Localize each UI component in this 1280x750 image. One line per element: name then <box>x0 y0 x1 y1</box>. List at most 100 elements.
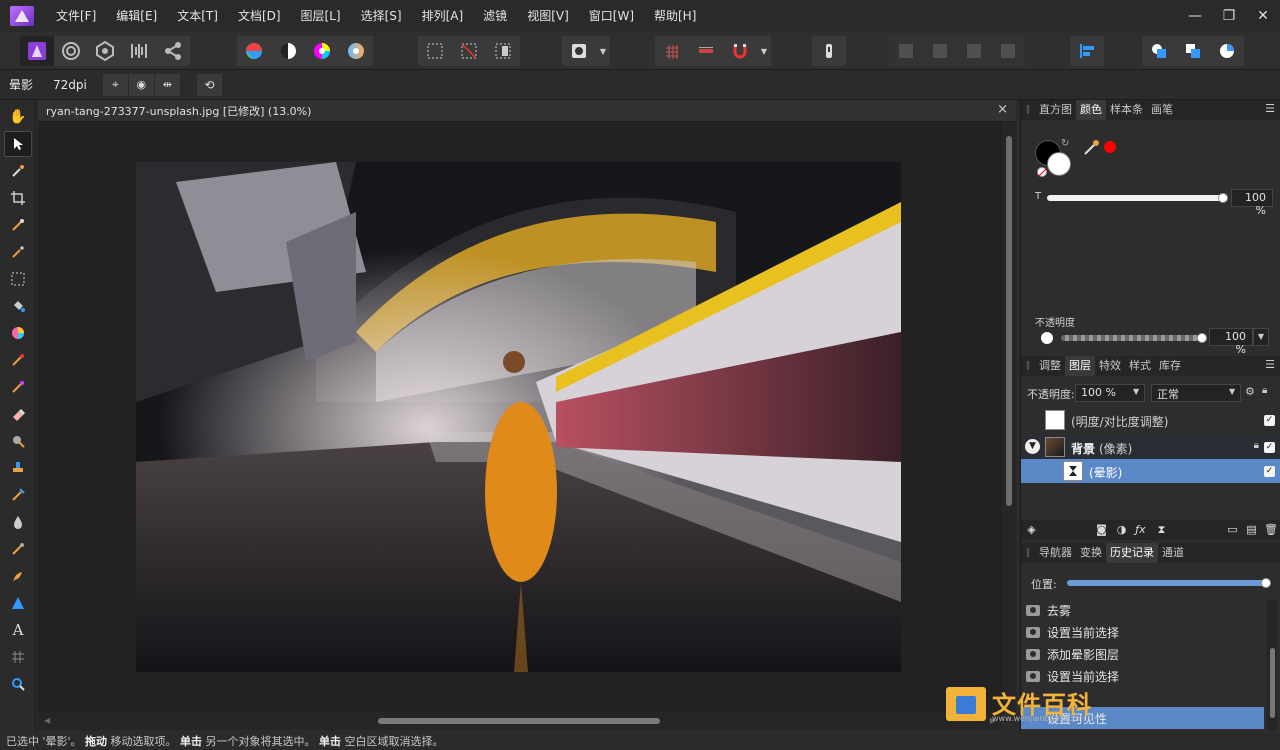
fx-icon[interactable]: ƒx <box>1134 523 1147 536</box>
new-layer-icon[interactable]: ▤ <box>1245 523 1258 536</box>
history-entry[interactable]: 设置当前选择 <box>1021 665 1264 687</box>
layer-stack-icon[interactable]: ◈ <box>1025 523 1038 536</box>
opacity-dropdown[interactable]: ▼ <box>1253 328 1269 346</box>
panel-grip-icon[interactable]: ‖ <box>1021 356 1035 376</box>
panel-grip-icon[interactable]: ‖ <box>1021 100 1035 120</box>
layer-visibility-checkbox[interactable]: ✓ <box>1264 415 1275 426</box>
erase-brush-tool[interactable] <box>4 401 32 427</box>
history-slider-knob[interactable] <box>1261 578 1271 588</box>
contrast-button[interactable] <box>271 36 305 66</box>
history-scroll-thumb[interactable] <box>1270 648 1275 718</box>
paint-brush-tool[interactable] <box>4 347 32 373</box>
horizontal-scrollbar[interactable]: ◀ ▶ <box>38 712 1002 730</box>
tint-value[interactable]: 100 % <box>1231 189 1273 217</box>
swap-colors-icon[interactable]: ↻ <box>1061 138 1069 149</box>
menu-text[interactable]: 文本[T] <box>167 0 228 32</box>
crop-tool[interactable] <box>4 185 32 211</box>
gear-icon[interactable]: ⚙ <box>1245 385 1255 398</box>
scroll-left-arrow-icon[interactable]: ◀ <box>44 716 50 725</box>
white-balance-button[interactable] <box>339 36 373 66</box>
layer-lock-icon[interactable]: 🔒︎ <box>1254 440 1259 451</box>
boolean-add-button[interactable] <box>1142 36 1176 66</box>
export-persona-button[interactable] <box>156 36 190 66</box>
liquify-persona-button[interactable] <box>54 36 88 66</box>
panel-menu-icon[interactable]: ☰ <box>1265 358 1275 371</box>
snapping-button[interactable] <box>723 36 757 66</box>
live-filter-icon[interactable]: ⧗ <box>1155 523 1168 536</box>
vertical-scroll-thumb[interactable] <box>1006 136 1012 506</box>
layer-visibility-checkbox[interactable]: ✓ <box>1264 442 1275 453</box>
flood-fill-tool[interactable] <box>4 293 32 319</box>
photo-train-station-monk[interactable] <box>136 162 901 672</box>
color-balance-button[interactable] <box>305 36 339 66</box>
panel-menu-icon[interactable]: ☰ <box>1265 102 1275 115</box>
tab-styles[interactable]: 样式 <box>1125 356 1155 376</box>
picked-color-swatch[interactable] <box>1104 141 1116 153</box>
document-tab[interactable]: ryan-tang-273377-unsplash.jpg [已修改] (13.… <box>38 100 1016 122</box>
restore-button[interactable]: ❐ <box>1212 0 1246 32</box>
tint-slider-knob[interactable] <box>1218 193 1228 203</box>
menu-window[interactable]: 窗口[W] <box>579 0 644 32</box>
blend-mode-select[interactable]: 正常 <box>1151 384 1241 402</box>
tab-layers[interactable]: 图层 <box>1065 356 1095 376</box>
close-window-button[interactable]: ✕ <box>1246 0 1280 32</box>
tab-effects[interactable]: 特效 <box>1095 356 1125 376</box>
smudge-brush-tool[interactable] <box>4 536 32 562</box>
history-position-slider[interactable] <box>1067 580 1265 586</box>
menu-arrange[interactable]: 排列[A] <box>412 0 474 32</box>
align-button[interactable] <box>1070 36 1104 66</box>
menu-filters[interactable]: 滤镜 <box>473 0 517 32</box>
clone-tool[interactable] <box>4 455 32 481</box>
tab-transform[interactable]: 变换 <box>1076 543 1106 563</box>
opacity-slider-knob[interactable] <box>1197 333 1207 343</box>
marquee-tool[interactable] <box>4 266 32 292</box>
photo-persona-button[interactable] <box>20 36 54 66</box>
tab-stock[interactable]: 库存 <box>1155 356 1185 376</box>
tone-mapping-persona-button[interactable] <box>122 36 156 66</box>
move-to-front-button[interactable] <box>991 36 1025 66</box>
panel-grip-icon[interactable]: ‖ <box>1021 543 1035 563</box>
affinity-photo-logo-icon[interactable] <box>10 6 34 26</box>
healing-brush-tool[interactable] <box>4 482 32 508</box>
menu-select[interactable]: 选择[S] <box>351 0 412 32</box>
history-scrollbar[interactable] <box>1267 600 1277 730</box>
mask-layer-icon[interactable]: ◙ <box>1095 523 1108 536</box>
text-tool[interactable]: A <box>4 617 32 643</box>
menu-document[interactable]: 文档[D] <box>228 0 291 32</box>
select-all-button[interactable] <box>418 36 452 66</box>
lock-icon[interactable]: 🔒︎ <box>1262 385 1267 396</box>
canvas[interactable] <box>38 122 1002 712</box>
move-anchor-button[interactable]: ⌖ <box>103 73 129 96</box>
opacity-value[interactable]: 100 % <box>1209 328 1253 356</box>
dodge-tool[interactable] <box>4 428 32 454</box>
minimize-button[interactable]: — <box>1178 0 1212 32</box>
vertical-scrollbar[interactable] <box>1002 122 1016 712</box>
history-entry[interactable]: 去雾 <box>1021 599 1264 621</box>
invert-selection-button[interactable] <box>486 36 520 66</box>
history-entry[interactable]: 设置当前选择 <box>1021 621 1264 643</box>
move-forward-button[interactable] <box>957 36 991 66</box>
gradient-tool[interactable] <box>4 320 32 346</box>
close-document-button[interactable]: × <box>997 102 1008 117</box>
history-entry[interactable]: 添加晕影图层 <box>1021 643 1264 665</box>
menu-layer[interactable]: 图层[L] <box>291 0 351 32</box>
layer-visibility-checkbox[interactable]: ✓ <box>1264 466 1275 477</box>
color-picker-tool[interactable] <box>4 158 32 184</box>
develop-persona-button[interactable] <box>88 36 122 66</box>
selection-brush-tool[interactable] <box>4 212 32 238</box>
move-to-back-button[interactable] <box>889 36 923 66</box>
reset-button[interactable]: ⟲ <box>197 73 223 96</box>
flood-select-tool[interactable] <box>4 239 32 265</box>
tab-histogram[interactable]: 直方图 <box>1035 100 1076 120</box>
blur-brush-tool[interactable] <box>4 509 32 535</box>
view-tool[interactable]: ✋ <box>4 104 32 130</box>
mesh-warp-tool[interactable] <box>4 644 32 670</box>
opacity-slider[interactable] <box>1061 335 1201 341</box>
grid-button[interactable] <box>655 36 689 66</box>
move-back-button[interactable] <box>923 36 957 66</box>
guides-button[interactable] <box>689 36 723 66</box>
tab-history[interactable]: 历史记录 <box>1106 543 1158 563</box>
expand-layer-icon[interactable]: ▼ <box>1025 439 1040 454</box>
tab-navigator[interactable]: 导航器 <box>1035 543 1076 563</box>
layer-row-vignette[interactable]: (晕影) ✓ <box>1021 459 1280 483</box>
